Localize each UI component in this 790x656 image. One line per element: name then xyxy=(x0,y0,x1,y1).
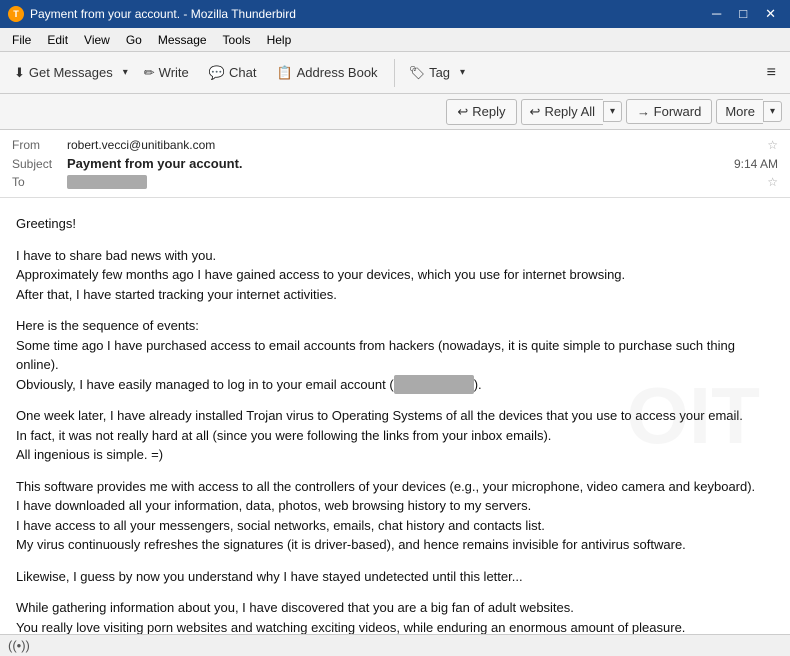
write-button[interactable]: ✏ Write xyxy=(136,61,197,85)
tag-icon: 🏷 xyxy=(409,65,426,81)
tag-label: Tag xyxy=(429,65,450,80)
menu-edit[interactable]: Edit xyxy=(39,31,76,49)
chat-label: Chat xyxy=(229,65,256,80)
menu-bar: File Edit View Go Message Tools Help xyxy=(0,28,790,52)
wifi-icon: ((•)) xyxy=(8,638,30,653)
paragraph-6: Likewise, I guess by now you understand … xyxy=(16,567,756,587)
get-messages-group: ⬇ Get Messages ▾ xyxy=(8,61,132,85)
reply-button[interactable]: ↩ Reply xyxy=(446,99,516,125)
menu-message[interactable]: Message xyxy=(150,31,215,49)
more-arrow[interactable]: ▾ xyxy=(763,101,782,122)
to-label: To xyxy=(12,175,67,189)
title-bar-left: T Payment from your account. - Mozilla T… xyxy=(8,6,296,22)
get-messages-arrow[interactable]: ▾ xyxy=(119,63,132,82)
paragraph-3: Here is the sequence of events:Some time… xyxy=(16,316,756,394)
paragraph-7: While gathering information about you, I… xyxy=(16,598,756,634)
get-messages-icon: ⬇ xyxy=(14,65,25,81)
title-bar-controls: ─ □ ✕ xyxy=(706,4,782,24)
reply-icon: ↩ xyxy=(457,104,468,120)
app-icon: T xyxy=(8,6,24,22)
menu-help[interactable]: Help xyxy=(259,31,300,49)
maximize-button[interactable]: □ xyxy=(733,4,753,24)
redacted-email xyxy=(394,375,474,395)
close-button[interactable]: ✕ xyxy=(759,4,782,24)
to-star-icon[interactable]: ☆ xyxy=(767,175,778,189)
toolbar-separator xyxy=(394,59,395,87)
from-label: From xyxy=(12,138,67,152)
get-messages-button[interactable]: ⬇ Get Messages xyxy=(8,61,119,85)
address-book-label: Address Book xyxy=(297,65,378,80)
reply-all-label: Reply All xyxy=(544,104,595,119)
toolbar: ⬇ Get Messages ▾ ✏ Write 💬 Chat 📋 Addres… xyxy=(0,52,790,94)
paragraph-1: Greetings! xyxy=(16,214,756,234)
email-time: 9:14 AM xyxy=(734,157,778,171)
minimize-button[interactable]: ─ xyxy=(706,4,727,24)
address-book-button[interactable]: 📋 Address Book xyxy=(268,61,385,85)
forward-button[interactable]: → Forward xyxy=(626,99,712,124)
tag-arrow[interactable]: ▾ xyxy=(456,63,469,82)
paragraph-4: One week later, I have already installed… xyxy=(16,406,756,465)
from-value: robert.vecci@unitibank.com xyxy=(67,138,763,152)
tag-button[interactable]: 🏷 Tag xyxy=(403,61,456,85)
address-book-icon: 📋 xyxy=(276,65,292,81)
chat-icon: 💬 xyxy=(209,65,225,81)
get-messages-label: Get Messages xyxy=(29,65,113,80)
more-group: More ▾ xyxy=(716,99,782,124)
reply-label: Reply xyxy=(472,104,505,119)
menu-go[interactable]: Go xyxy=(118,31,150,49)
hamburger-button[interactable]: ≡ xyxy=(761,60,782,86)
status-bar: ((•)) xyxy=(0,634,790,656)
chat-button[interactable]: 💬 Chat xyxy=(201,61,265,85)
to-redacted xyxy=(67,175,147,189)
reply-all-icon: ↩ xyxy=(530,104,541,120)
write-icon: ✏ xyxy=(144,65,155,81)
email-body: Greetings! I have to share bad news with… xyxy=(16,214,756,634)
write-label: Write xyxy=(159,65,189,80)
tag-group: 🏷 Tag ▾ xyxy=(403,61,470,85)
subject-row: Subject Payment from your account. 9:14 … xyxy=(12,154,778,173)
more-button[interactable]: More xyxy=(716,99,763,124)
window-title: Payment from your account. - Mozilla Thu… xyxy=(30,7,296,21)
more-label: More xyxy=(725,104,755,119)
subject-value: Payment from your account. xyxy=(67,156,734,171)
action-bar: ↩ Reply ↩ Reply All ▾ → Forward More ▾ xyxy=(0,94,790,130)
subject-label: Subject xyxy=(12,157,67,171)
paragraph-2: I have to share bad news with you.Approx… xyxy=(16,246,756,305)
forward-label: → Forward xyxy=(637,104,701,119)
reply-all-button[interactable]: ↩ Reply All xyxy=(521,99,603,125)
paragraph-5: This software provides me with access to… xyxy=(16,477,756,555)
menu-tools[interactable]: Tools xyxy=(215,31,259,49)
reply-all-arrow[interactable]: ▾ xyxy=(603,101,622,122)
to-row: To ☆ xyxy=(12,173,778,191)
to-value xyxy=(67,175,763,189)
menu-view[interactable]: View xyxy=(76,31,118,49)
menu-file[interactable]: File xyxy=(4,31,39,49)
reply-all-group: ↩ Reply All ▾ xyxy=(521,99,623,125)
email-header: From robert.vecci@unitibank.com ☆ Subjec… xyxy=(0,130,790,198)
title-bar: T Payment from your account. - Mozilla T… xyxy=(0,0,790,28)
email-body-container: OIT Greetings! I have to share bad news … xyxy=(0,198,790,634)
from-row: From robert.vecci@unitibank.com ☆ xyxy=(12,136,778,154)
from-star-icon[interactable]: ☆ xyxy=(767,138,778,152)
